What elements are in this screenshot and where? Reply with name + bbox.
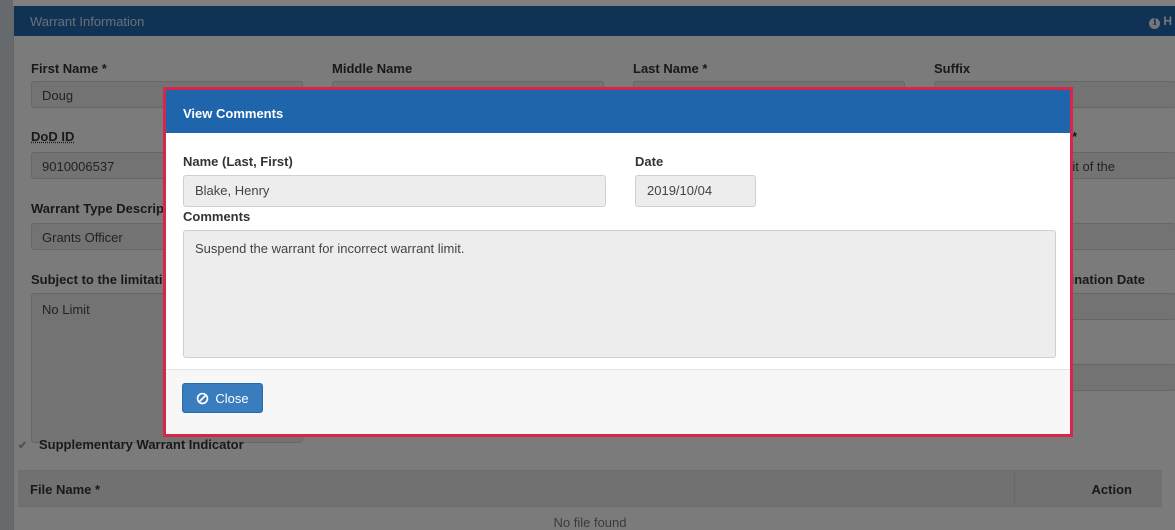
comments-label: Comments xyxy=(183,209,251,224)
close-button[interactable]: Close xyxy=(182,383,263,413)
modal-title: View Comments xyxy=(183,106,284,121)
date-label: Date xyxy=(635,154,664,169)
date-field[interactable]: 2019/10/04 xyxy=(635,175,756,207)
comments-field[interactable]: Suspend the warrant for incorrect warran… xyxy=(183,230,1056,358)
modal-footer: Close xyxy=(166,369,1070,434)
close-label: Close xyxy=(215,390,249,406)
view-comments-modal: View Comments Name (Last, First) Blake, … xyxy=(163,87,1073,437)
modal-body: Name (Last, First) Blake, Henry Date 201… xyxy=(166,133,1070,369)
name-field[interactable]: Blake, Henry xyxy=(183,175,606,207)
modal-header: View Comments xyxy=(166,90,1070,133)
name-label: Name (Last, First) xyxy=(183,154,293,169)
ban-icon xyxy=(197,392,209,404)
